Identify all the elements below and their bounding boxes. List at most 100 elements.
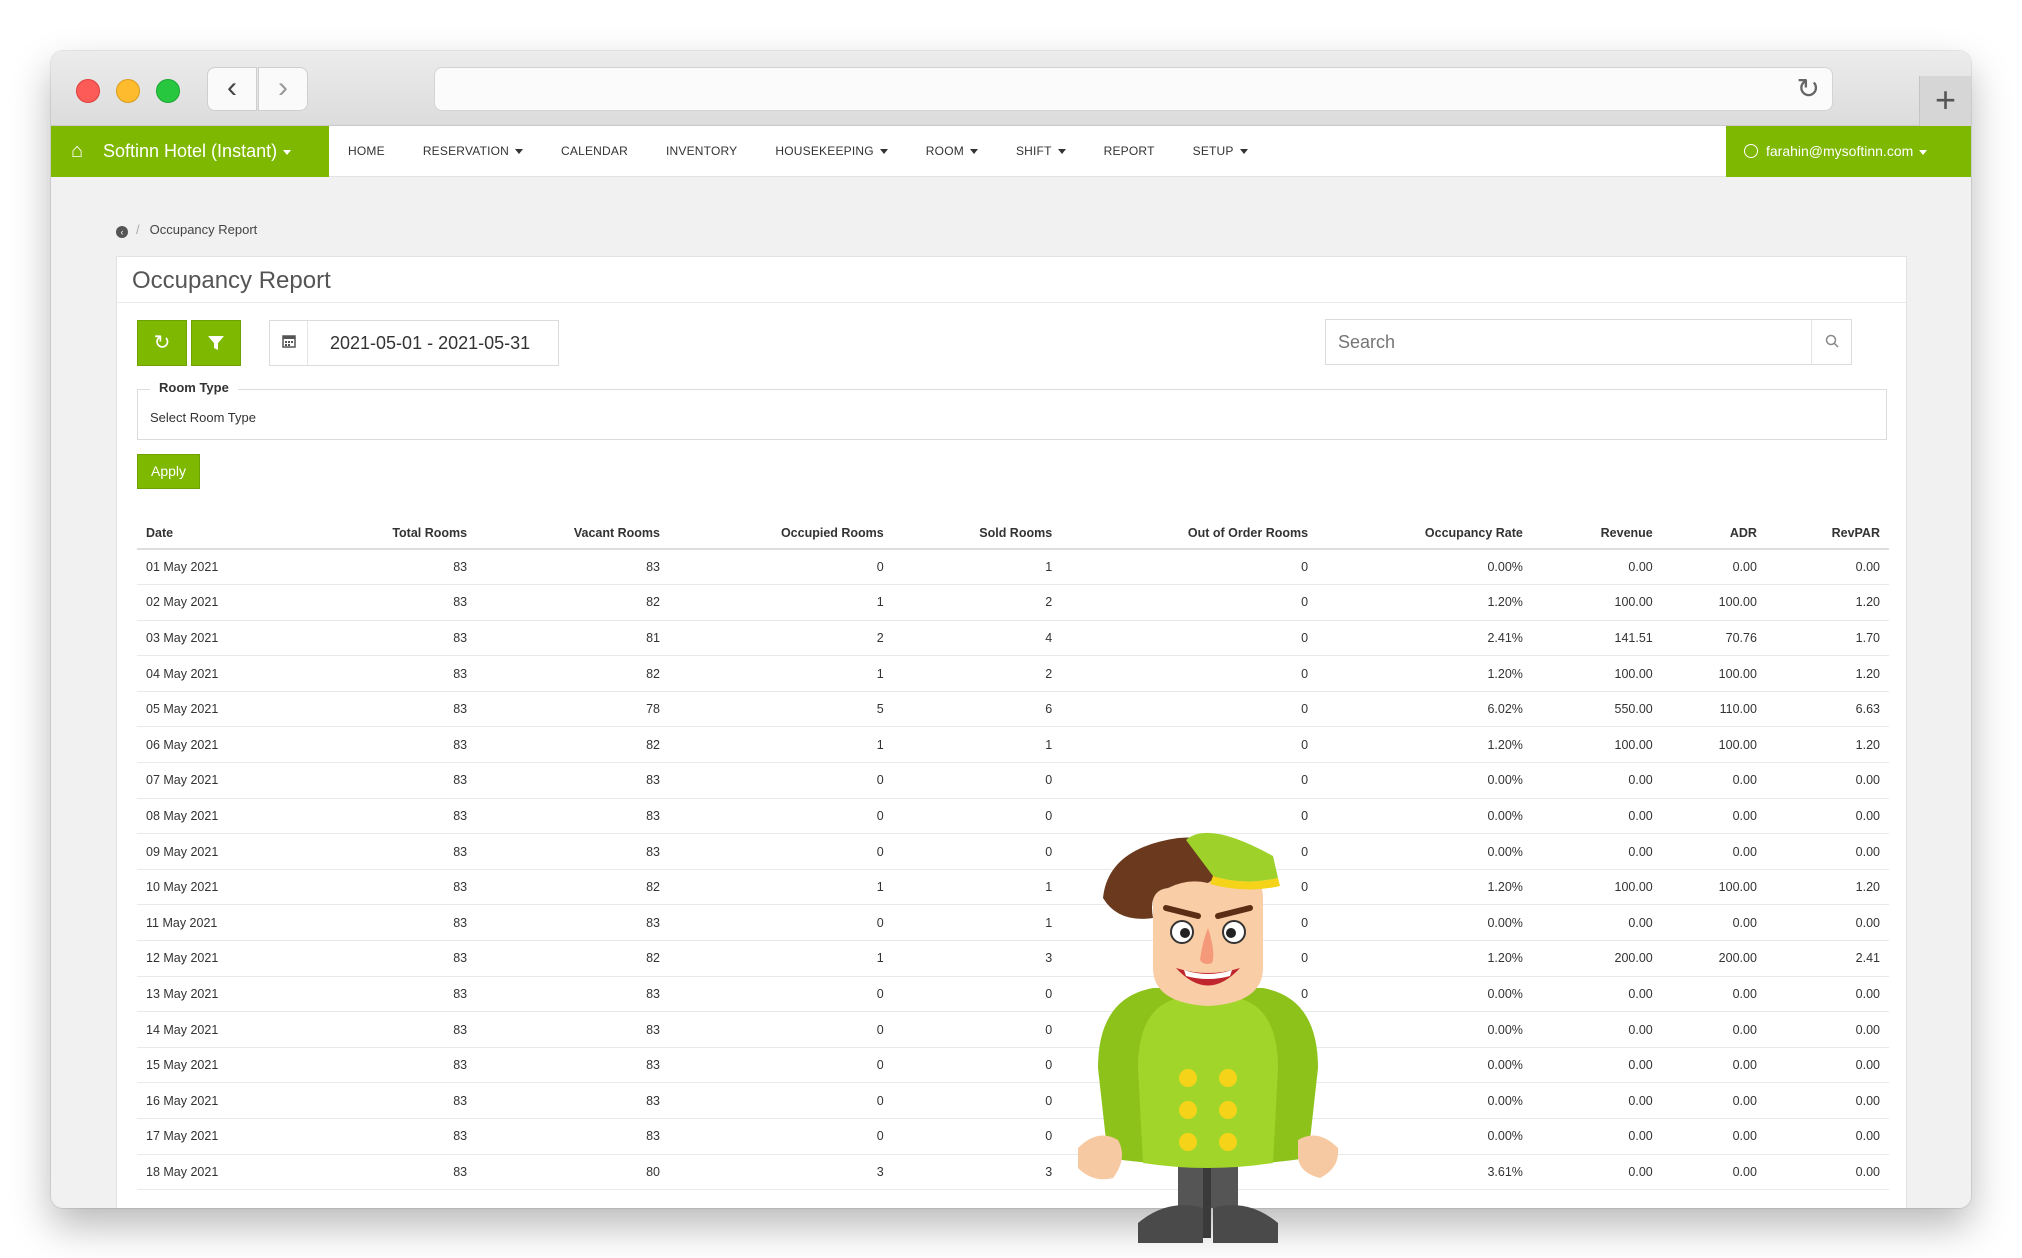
table-cell: 83	[476, 1047, 669, 1084]
column-header[interactable]: Occupancy Rate	[1317, 517, 1532, 550]
room-type-select[interactable]: Select Room Type	[150, 410, 256, 425]
nav-item-reservation[interactable]: RESERVATION	[404, 126, 542, 177]
back-circle-icon[interactable]: ‹	[116, 226, 128, 238]
table-row: 03 May 2021 83 81 2 4 0 2.41% 141.51 70.76 1.70	[137, 620, 1889, 657]
table-cell: 83	[304, 1154, 477, 1191]
nav-item-label: INVENTORY	[665, 144, 738, 158]
table-cell: 70.76	[1661, 620, 1766, 657]
table-cell: 0.00	[1661, 833, 1766, 870]
table-cell: 83	[304, 1082, 477, 1119]
close-window-button[interactable]	[76, 79, 100, 103]
maximize-window-button[interactable]	[156, 79, 180, 103]
nav-item-setup[interactable]: SETUP	[1174, 126, 1267, 177]
reload-icon[interactable]: ↻	[1797, 72, 1820, 105]
hotel-name: Softinn Hotel (Instant)	[103, 141, 278, 161]
back-button[interactable]: ‹	[207, 67, 257, 111]
table-row: 13 May 2021 83 83 0 0 0 0.00% 0.00 0.00 0.00	[137, 976, 1889, 1013]
table-cell: 0	[892, 762, 1062, 799]
table-cell: 4	[892, 620, 1062, 657]
table-cell: 0	[892, 1011, 1062, 1048]
breadcrumb-current: Occupancy Report	[149, 222, 258, 237]
nav-item-housekeeping[interactable]: HOUSEKEEPING	[756, 126, 906, 177]
table-cell: 82	[476, 726, 669, 764]
filter-button[interactable]	[191, 320, 241, 366]
column-header[interactable]: Total Rooms	[304, 517, 477, 550]
nav-item-inventory[interactable]: INVENTORY	[647, 126, 756, 177]
table-cell: 0.00	[1765, 976, 1889, 1013]
nav-item-label: RESERVATION	[422, 144, 510, 158]
column-header[interactable]: Date	[137, 517, 305, 550]
table-cell: 0.00	[1531, 798, 1662, 835]
column-header[interactable]: Sold Rooms	[892, 517, 1062, 550]
date-range-picker[interactable]: 2021-05-01 - 2021-05-31	[269, 320, 559, 366]
bellboy-mascot-image	[1078, 832, 1339, 1243]
column-header[interactable]: Revenue	[1531, 517, 1662, 550]
caret-down-icon	[1057, 149, 1066, 155]
table-cell: 83	[304, 620, 477, 657]
nav-item-calendar[interactable]: CALENDAR	[542, 126, 647, 177]
table-cell: 0.00	[1531, 1154, 1662, 1191]
table-cell: 12 May 2021	[137, 940, 305, 977]
nav-item-home[interactable]: HOME	[329, 126, 404, 177]
search-button[interactable]	[1811, 320, 1851, 364]
table-cell: 3	[892, 940, 1062, 977]
table-cell: 2.41	[1765, 940, 1889, 977]
table-cell: 83	[476, 1011, 669, 1048]
table-cell: 100.00	[1661, 869, 1766, 906]
nav-item-report[interactable]: REPORT	[1085, 126, 1174, 177]
table-cell: 83	[476, 1082, 669, 1119]
forward-button[interactable]: ›	[258, 67, 308, 111]
column-header[interactable]: RevPAR	[1765, 517, 1889, 550]
apply-button[interactable]: Apply	[137, 454, 200, 489]
minimize-window-button[interactable]	[116, 79, 140, 103]
table-cell: 0	[892, 976, 1062, 1013]
table-cell: 0.00	[1661, 1011, 1766, 1048]
table-cell: 17 May 2021	[137, 1118, 305, 1155]
table-cell: 0	[892, 798, 1062, 835]
table-cell: 83	[304, 798, 477, 835]
column-header[interactable]: Vacant Rooms	[476, 517, 669, 550]
table-cell: 03 May 2021	[137, 620, 305, 657]
address-bar[interactable]: ↻	[434, 67, 1833, 111]
nav-item-label: SHIFT	[1015, 144, 1052, 158]
table-row: 01 May 2021 83 83 0 1 0 0.00% 0.00 0.00 0.00	[137, 549, 1889, 586]
nav-item-label: ROOM	[925, 144, 964, 158]
table-cell: 83	[304, 1011, 477, 1048]
nav-item-shift[interactable]: SHIFT	[997, 126, 1085, 177]
table-cell: 100.00	[1531, 726, 1662, 764]
column-header[interactable]: ADR	[1661, 517, 1766, 550]
table-cell: 110.00	[1661, 691, 1766, 728]
plus-icon: +	[1934, 79, 1957, 120]
table-cell: 83	[304, 904, 477, 942]
table-cell: 0.00	[1531, 1082, 1662, 1119]
nav-item-room[interactable]: ROOM	[907, 126, 997, 177]
table-cell: 3	[669, 1154, 893, 1191]
breadcrumb: ‹ / Occupancy Report	[116, 222, 257, 238]
table-cell: 0.00	[1661, 1154, 1766, 1191]
refresh-button[interactable]: ↻	[137, 320, 187, 366]
table-cell: 550.00	[1531, 691, 1662, 728]
table-cell: 83	[304, 762, 477, 799]
column-header[interactable]: Out of Order Rooms	[1061, 517, 1318, 550]
caret-down-icon	[1239, 149, 1248, 155]
user-menu[interactable]: farahin@mysoftinn.com	[1726, 126, 1971, 177]
nav-item-label: HOME	[348, 144, 385, 158]
chevron-left-icon: ‹	[227, 71, 237, 104]
table-row: 12 May 2021 83 82 1 3 0 1.20% 200.00 200.00 2.41	[137, 940, 1889, 977]
refresh-icon: ↻	[153, 332, 171, 354]
top-navbar: ⌂ Softinn Hotel (Instant) HOME RESERVATION…	[51, 126, 1971, 177]
search-input[interactable]	[1326, 320, 1811, 364]
table-cell: 100.00	[1661, 726, 1766, 764]
table-cell: 1	[669, 726, 893, 764]
table-cell: 0	[669, 1011, 893, 1048]
new-tab-button[interactable]: +	[1919, 76, 1971, 126]
column-header[interactable]: Occupied Rooms	[669, 517, 893, 550]
table-cell: 100.00	[1661, 655, 1766, 692]
table-cell: 0	[892, 1118, 1062, 1155]
table-cell: 83	[304, 940, 477, 977]
table-cell: 83	[304, 976, 477, 1013]
table-cell: 1.20%	[1317, 584, 1532, 621]
filter-icon	[208, 336, 224, 350]
hotel-selector[interactable]: ⌂ Softinn Hotel (Instant)	[51, 126, 329, 177]
table-cell: 0.00	[1531, 762, 1662, 799]
